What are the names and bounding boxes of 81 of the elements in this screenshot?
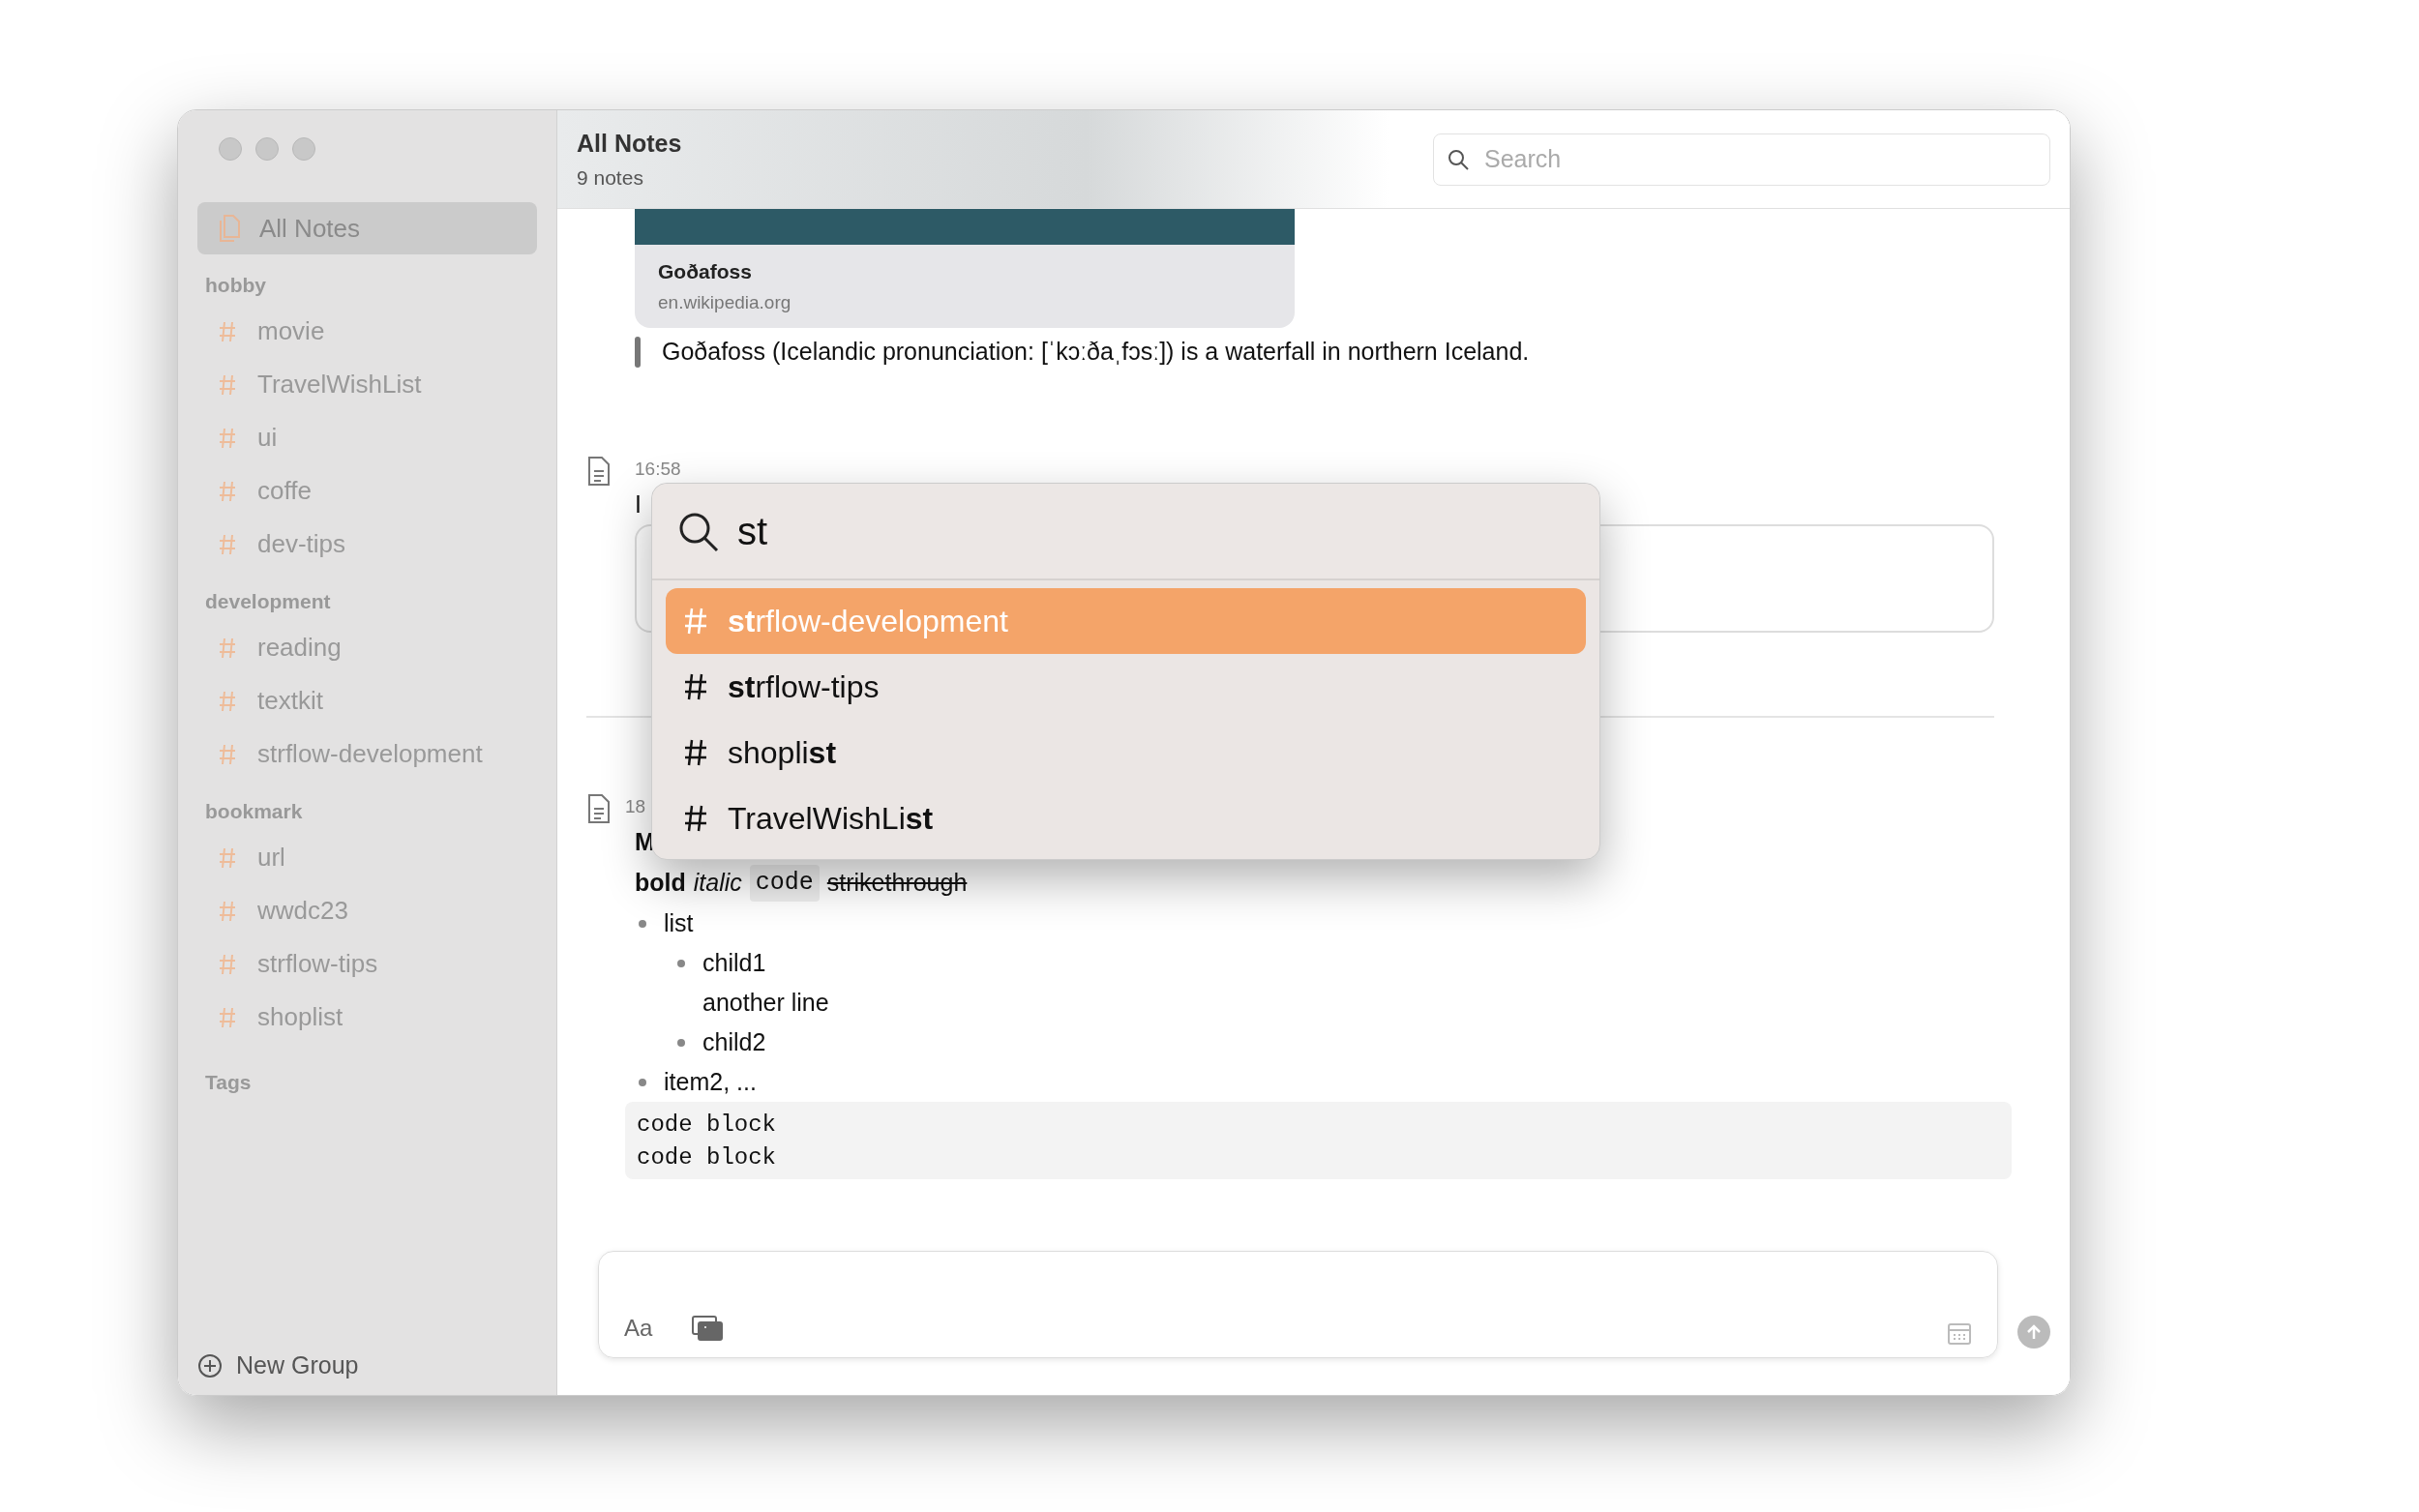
tag-item[interactable]: ui bbox=[197, 411, 537, 464]
tag-suggestion[interactable]: TravelWishList bbox=[666, 786, 1586, 851]
hash-icon bbox=[219, 373, 236, 396]
tag-item[interactable]: coffe bbox=[197, 464, 537, 518]
window-control-icon[interactable] bbox=[292, 137, 315, 161]
group-heading: Tags bbox=[204, 1070, 253, 1095]
note-count: 9 notes bbox=[577, 164, 644, 191]
link-preview-card[interactable]: Goðafoss en.wikipedia.org bbox=[635, 209, 1295, 328]
hash-icon bbox=[219, 320, 236, 342]
hash-icon bbox=[683, 804, 708, 833]
all-notes-item[interactable]: All Notes bbox=[197, 202, 537, 254]
tag-suggestion[interactable]: strflow-tips bbox=[666, 654, 1586, 720]
group-heading: hobby bbox=[204, 273, 267, 298]
search-icon bbox=[677, 511, 720, 553]
hash-icon bbox=[219, 743, 236, 765]
search-field[interactable]: Search bbox=[1433, 133, 2050, 186]
group-heading: bookmark bbox=[204, 799, 304, 824]
tag-item[interactable]: textkit bbox=[197, 674, 537, 727]
tag-item[interactable]: strflow-development bbox=[197, 727, 537, 781]
tag-search-field[interactable]: st bbox=[652, 484, 1599, 580]
quote-text: Goðafoss (Icelandic pronunciation: [ˈkɔːðaˌfɔsː]) is a waterfall in northern Iceland. bbox=[662, 337, 1530, 367]
new-group-button[interactable]: New Group bbox=[197, 1345, 537, 1387]
list-item-continuation: another line bbox=[702, 988, 830, 1018]
note-text: I bbox=[635, 489, 642, 518]
tag-item[interactable]: movie bbox=[197, 305, 537, 358]
calendar-icon[interactable] bbox=[1947, 1322, 1972, 1346]
formatted-text: italic bbox=[693, 868, 742, 899]
code-line: code block bbox=[637, 1111, 778, 1140]
arrow-up-icon bbox=[2025, 1323, 2043, 1341]
photos-icon[interactable] bbox=[691, 1315, 725, 1342]
hash-icon bbox=[683, 607, 708, 636]
send-button[interactable] bbox=[2017, 1316, 2050, 1349]
note-time: 18 bbox=[625, 795, 646, 818]
formatted-text: code bbox=[749, 865, 820, 902]
hash-icon bbox=[219, 900, 236, 922]
tag-item[interactable]: reading bbox=[197, 621, 537, 674]
tag-item[interactable]: shoplist bbox=[197, 991, 537, 1044]
bullet-icon bbox=[677, 959, 685, 967]
hash-icon bbox=[219, 846, 236, 869]
format-button[interactable]: Aa bbox=[624, 1311, 653, 1346]
list-item: item2, ... bbox=[664, 1066, 757, 1097]
formatted-text: strikethrough bbox=[826, 868, 968, 899]
tag-suggestion[interactable]: shoplist bbox=[666, 720, 1586, 786]
tag-item[interactable]: url bbox=[197, 831, 537, 884]
tag-item[interactable]: strflow-tips bbox=[197, 937, 537, 991]
hash-icon bbox=[219, 690, 236, 712]
hash-icon bbox=[683, 738, 708, 767]
window-control-icon[interactable] bbox=[219, 137, 242, 161]
notes-icon bbox=[217, 214, 242, 243]
bullet-icon bbox=[677, 1038, 685, 1047]
formatted-text: bold bbox=[635, 868, 686, 899]
list-item: list bbox=[664, 907, 694, 938]
code-line: code block bbox=[637, 1143, 778, 1172]
window-control-icon[interactable] bbox=[255, 137, 279, 161]
tag-suggestion[interactable]: strflow-development bbox=[666, 588, 1586, 654]
bullet-icon bbox=[639, 919, 646, 928]
group-heading: development bbox=[204, 589, 332, 614]
document-icon bbox=[586, 455, 612, 487]
link-title: Goðafoss bbox=[658, 259, 753, 284]
tag-item[interactable]: wwdc23 bbox=[197, 884, 537, 937]
link-domain: en.wikipedia.org bbox=[658, 290, 792, 314]
hash-icon bbox=[219, 427, 236, 449]
tag-item[interactable]: TravelWishList bbox=[197, 358, 537, 411]
hash-icon bbox=[219, 637, 236, 659]
hash-icon bbox=[219, 480, 236, 502]
list-item: child1 bbox=[702, 947, 766, 978]
list-item: child2 bbox=[702, 1026, 766, 1057]
hash-icon bbox=[683, 672, 708, 701]
quote-bar bbox=[635, 336, 641, 368]
note-time: 16:58 bbox=[635, 457, 681, 481]
hash-icon bbox=[219, 1006, 236, 1028]
hash-icon bbox=[219, 533, 236, 555]
add-icon bbox=[197, 1353, 223, 1379]
header-title: All Notes bbox=[577, 129, 682, 159]
tag-suggestion-popup[interactable]: st strflow-development strflow-tips shoplist TravelWishList bbox=[651, 483, 1600, 860]
bullet-icon bbox=[639, 1078, 646, 1086]
document-icon bbox=[586, 793, 612, 824]
hash-icon bbox=[219, 953, 236, 975]
tag-item[interactable]: dev-tips bbox=[197, 518, 537, 571]
compose-box[interactable]: Aa bbox=[598, 1251, 1998, 1358]
search-icon bbox=[1447, 147, 1470, 171]
